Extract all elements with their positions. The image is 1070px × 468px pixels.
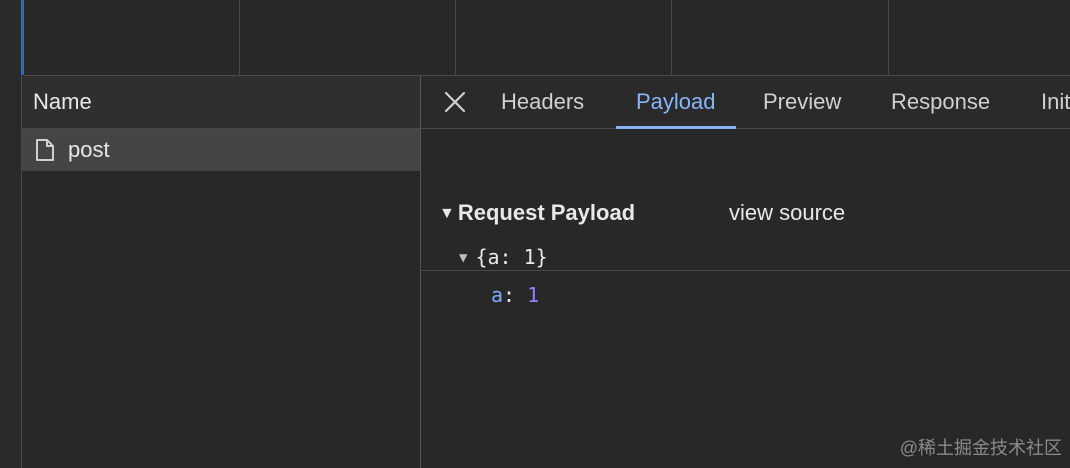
tab-payload[interactable]: Payload	[616, 76, 735, 129]
waterfall-grid-line	[239, 0, 240, 75]
details-tab-bar: Headers Payload Preview Response Init	[421, 76, 1070, 129]
tab-headers[interactable]: Headers	[501, 76, 584, 128]
file-icon	[36, 139, 54, 161]
payload-property[interactable]: a: 1	[491, 283, 539, 307]
collapse-triangle-icon: ▼	[439, 205, 455, 222]
property-value: 1	[527, 283, 540, 307]
request-name: post	[68, 137, 110, 162]
watermark: @稀土掘金技术社区	[899, 438, 1062, 458]
expand-triangle-icon: ▼	[459, 250, 468, 266]
property-key: a	[491, 283, 504, 307]
view-source-link[interactable]: view source	[729, 200, 845, 226]
payload-section: ▼ Request Payload view source ▼ {a: 1} a: …	[421, 129, 1070, 307]
close-icon[interactable]	[443, 90, 467, 114]
request-list: Name post	[22, 76, 420, 468]
request-row[interactable]: post	[22, 129, 420, 171]
tab-preview[interactable]: Preview	[763, 76, 841, 128]
request-details-panel: Headers Payload Preview Response Init ▼ R…	[421, 76, 1070, 468]
waterfall-grid-line	[455, 0, 456, 75]
tab-response[interactable]: Response	[891, 76, 990, 128]
waterfall-grid-line	[888, 0, 889, 75]
left-sidebar-strip	[0, 0, 24, 468]
request-payload-header[interactable]: ▼ Request Payload	[439, 200, 635, 226]
waterfall-grid-line	[671, 0, 672, 75]
property-separator: :	[503, 283, 528, 307]
payload-object-summary[interactable]: ▼ {a: 1}	[459, 245, 548, 269]
waterfall-overview[interactable]	[24, 0, 1070, 76]
name-column-header[interactable]: Name	[22, 76, 420, 129]
request-payload-title: Request Payload	[457, 200, 636, 225]
tab-initiator[interactable]: Init	[1041, 76, 1070, 128]
name-column-label: Name	[33, 89, 92, 114]
object-summary-text: {a: 1}	[475, 245, 548, 269]
